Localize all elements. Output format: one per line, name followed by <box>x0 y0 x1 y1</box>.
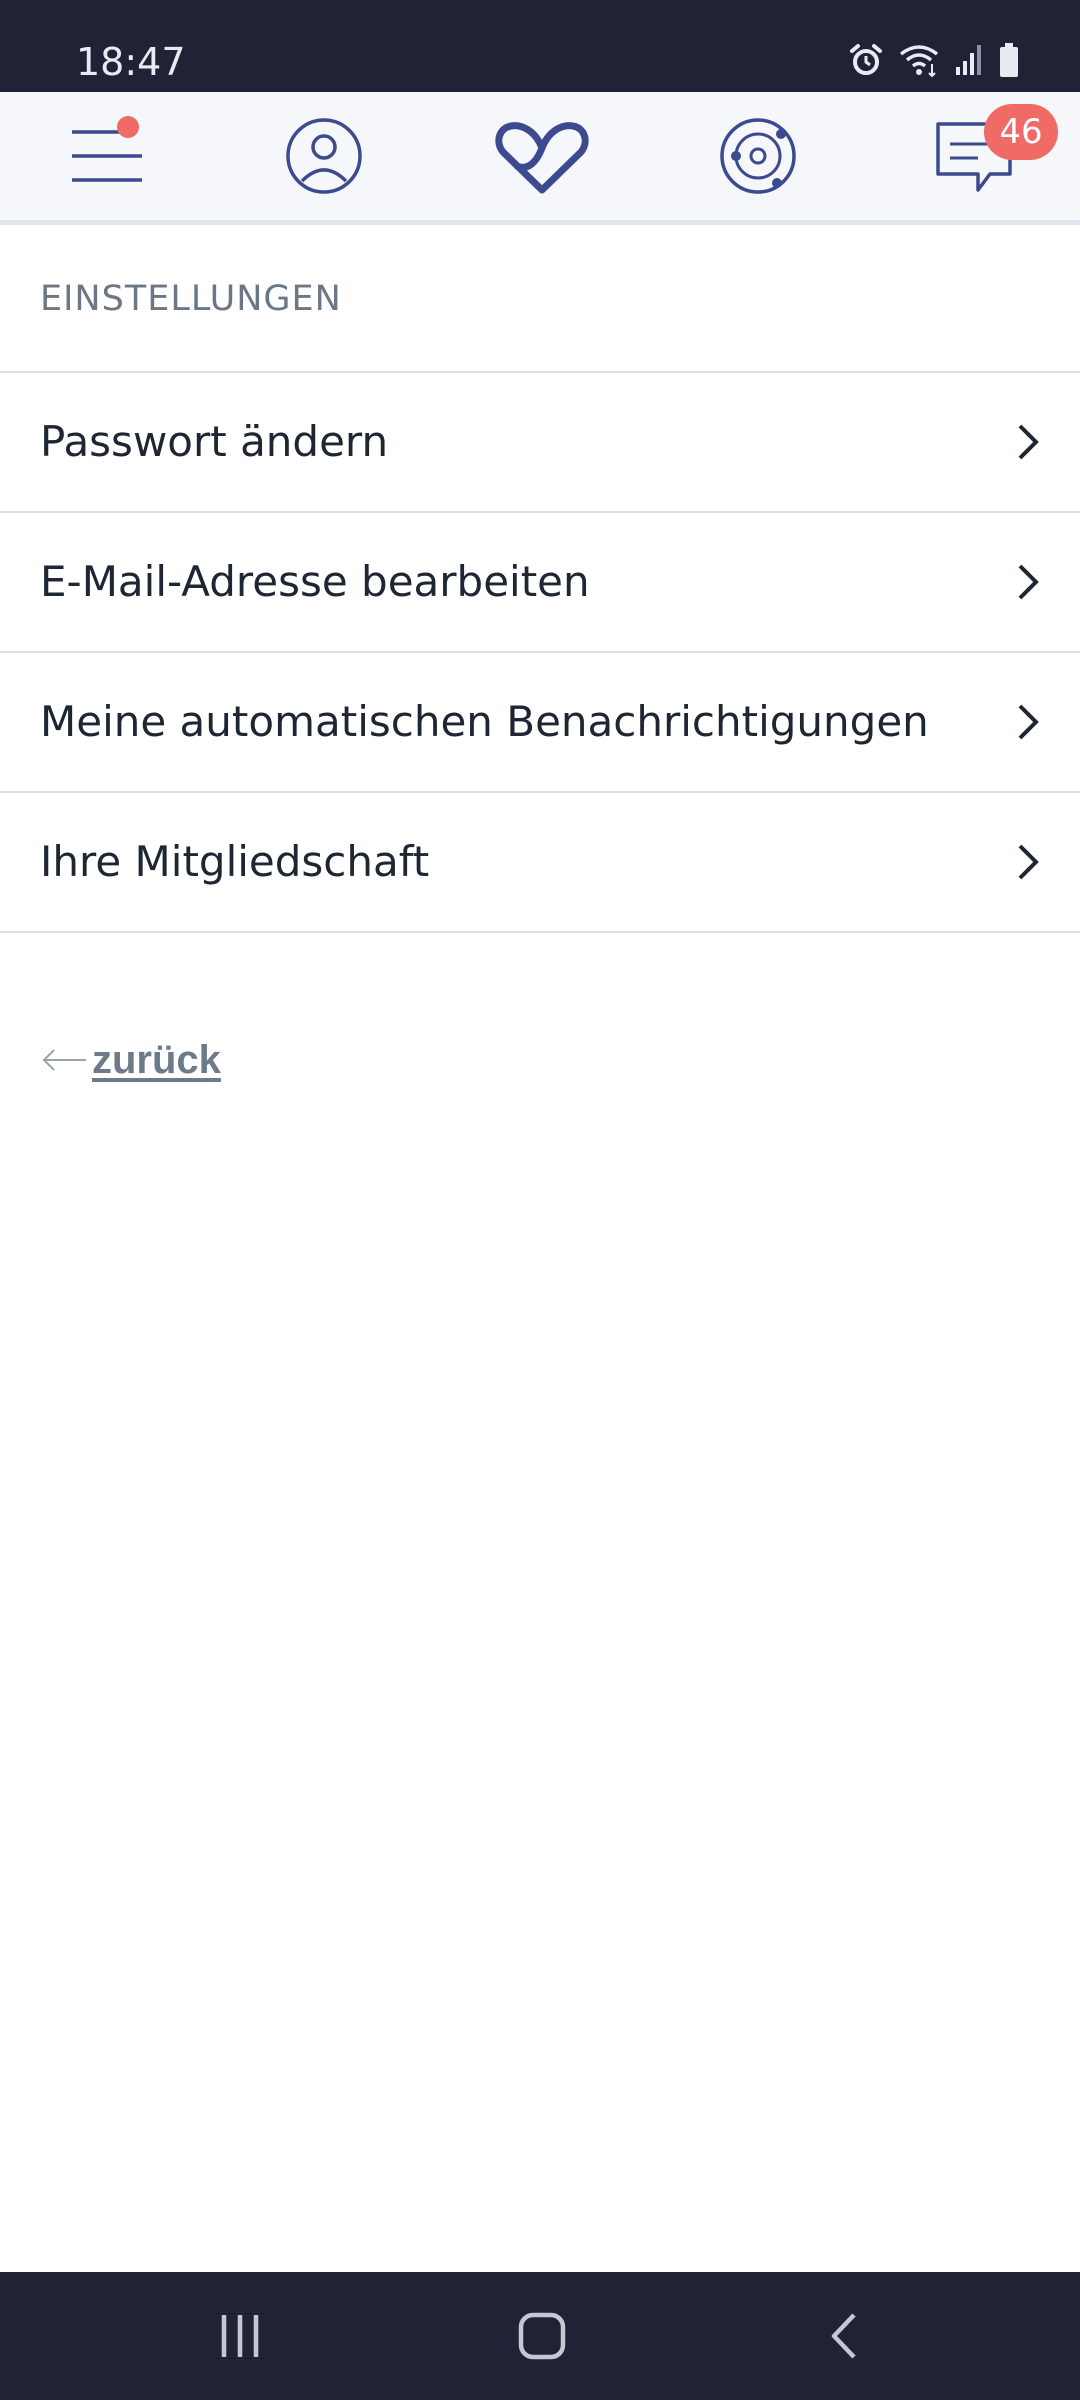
settings-item-membership[interactable]: Ihre Mitgliedschaft <box>0 793 1080 933</box>
signal-icon <box>954 43 984 77</box>
page-title: EINSTELLUNGEN <box>40 279 342 319</box>
back-link[interactable]: zurück <box>40 1030 221 1090</box>
settings-item-notifications[interactable]: Meine automatischen Benachrichtigungen <box>0 653 1080 793</box>
orbit-icon <box>719 117 797 195</box>
menu-button[interactable] <box>37 92 177 220</box>
discover-button[interactable] <box>688 92 828 220</box>
settings-item-edit-email[interactable]: E-Mail-Adresse bearbeiten <box>0 513 1080 653</box>
unread-messages-badge: 46 <box>984 104 1058 160</box>
back-icon <box>828 2311 860 2361</box>
wifi-icon <box>898 42 940 78</box>
chevron-right-icon <box>1014 702 1042 742</box>
settings-screen: 18:47 46 EINSTELLUNGEN Passwort ändern E… <box>0 0 1080 2400</box>
settings-list: Passwort ändern E-Mail-Adresse bearbeite… <box>0 373 1080 933</box>
settings-item-label: Ihre Mitgliedschaft <box>40 837 430 886</box>
settings-item-label: Passwort ändern <box>40 417 389 466</box>
chevron-right-icon <box>1014 422 1042 462</box>
chevron-right-icon <box>1014 842 1042 882</box>
system-back-button[interactable] <box>764 2272 924 2400</box>
home-icon <box>517 2311 567 2361</box>
settings-item-change-password[interactable]: Passwort ändern <box>0 373 1080 513</box>
settings-item-label: E-Mail-Adresse bearbeiten <box>40 557 590 606</box>
arrow-left-icon <box>40 1045 88 1075</box>
infinity-heart-icon <box>495 118 589 194</box>
chevron-right-icon <box>1014 562 1042 602</box>
battery-icon <box>998 42 1020 78</box>
status-bar: 18:47 <box>0 0 1080 92</box>
settings-item-label: Meine automatischen Benachrichtigungen <box>40 697 929 746</box>
status-time: 18:47 <box>76 40 186 84</box>
settings-header: EINSTELLUNGEN <box>0 225 1080 373</box>
notification-dot <box>117 116 139 138</box>
recent-apps-button[interactable] <box>160 2272 320 2400</box>
status-icons <box>848 40 1020 80</box>
recent-apps-icon <box>218 2313 262 2359</box>
matches-button[interactable] <box>472 92 612 220</box>
profile-button[interactable] <box>254 92 394 220</box>
messages-button[interactable]: 46 <box>904 92 1058 220</box>
top-nav-bar: 46 <box>0 92 1080 225</box>
system-nav-bar <box>0 2272 1080 2400</box>
alarm-icon <box>848 42 884 78</box>
user-circle-icon <box>285 117 363 195</box>
home-button[interactable] <box>462 2272 622 2400</box>
back-link-label: zurück <box>92 1037 221 1082</box>
